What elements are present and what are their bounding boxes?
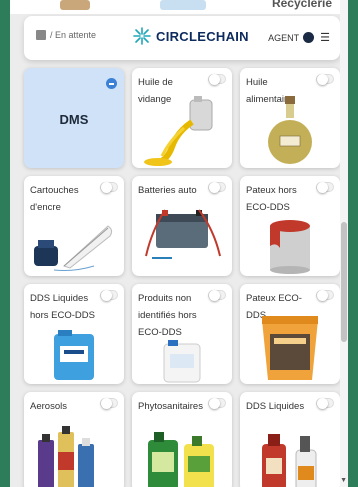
- card-toggle[interactable]: [100, 290, 118, 301]
- ink-quill-icon: [34, 225, 113, 271]
- card-pateux-eco-dds[interactable]: Pateux ECO-DDS: [240, 284, 340, 384]
- card-toggle[interactable]: [316, 182, 334, 193]
- app-header: / En attente CIRCLECHAIN AGENT ☰: [24, 16, 340, 60]
- card-dds-liquides[interactable]: DDS Liquides: [240, 392, 340, 487]
- user-label: AGENT: [268, 32, 300, 43]
- user-avatar-icon: [303, 32, 315, 43]
- card-batteries-auto[interactable]: Batteries auto: [132, 176, 232, 276]
- card-label: Phytosanitaires: [138, 401, 203, 412]
- logo-text: CIRCLECHAIN: [156, 28, 249, 44]
- card-label: DMS: [59, 112, 89, 127]
- card-pateux-hors-eco-dds[interactable]: Pateux hors ECO-DDS: [240, 176, 340, 276]
- scrollbar-thumb[interactable]: [341, 222, 347, 342]
- card-toggle[interactable]: [316, 290, 334, 301]
- sealant-bucket-icon: [262, 316, 318, 380]
- logo[interactable]: CIRCLECHAIN: [132, 26, 249, 46]
- building-icon: [36, 30, 46, 40]
- top-peek-row: Recyclerie: [10, 0, 348, 14]
- paint-can-icon: [270, 220, 310, 274]
- peek-label: Recyclerie: [271, 0, 332, 10]
- card-produits-non-identifies[interactable]: Produits non identifiés hors ECO-DDS: [132, 284, 232, 384]
- card-toggle[interactable]: [100, 182, 118, 193]
- card-aerosols[interactable]: Aerosols: [24, 392, 124, 487]
- card-label: Produits non identifiés hors ECO-DDS: [138, 293, 197, 338]
- oil-pour-icon: [144, 96, 213, 166]
- card-label: Cartouches d'encre: [30, 185, 79, 213]
- card-phytosanitaires[interactable]: Phytosanitaires: [132, 392, 232, 487]
- card-dds-liquides-hors-eco-dds[interactable]: DDS Liquides hors ECO-DDS: [24, 284, 124, 384]
- card-label: DDS Liquides: [246, 401, 305, 412]
- user-menu[interactable]: AGENT ☰: [268, 31, 330, 44]
- breadcrumb[interactable]: / En attente: [36, 30, 96, 40]
- card-toggle[interactable]: [100, 398, 118, 409]
- card-label: Aerosols: [30, 401, 67, 412]
- peek-image-center: [160, 0, 206, 10]
- card-toggle[interactable]: [316, 398, 334, 409]
- spray-cans-icon: [38, 426, 94, 487]
- card-label: Batteries auto: [138, 185, 197, 196]
- minus-circle-icon[interactable]: [106, 78, 117, 89]
- olive-oil-bottle-icon: [268, 96, 312, 164]
- breadcrumb-text: / En attente: [50, 30, 97, 40]
- logo-icon: [133, 27, 151, 45]
- peek-image-left: [60, 0, 90, 10]
- card-toggle[interactable]: [316, 74, 334, 85]
- card-toggle[interactable]: [208, 182, 226, 193]
- card-label: Pateux hors ECO-DDS: [246, 185, 297, 213]
- pesticide-bottles-icon: [148, 432, 214, 487]
- card-dms[interactable]: DMS: [24, 68, 124, 168]
- card-toggle[interactable]: [208, 290, 226, 301]
- vertical-scrollbar[interactable]: ▼: [340, 0, 348, 487]
- liquid-canister-icon: [54, 330, 94, 380]
- scroll-down-arrow-icon[interactable]: ▼: [340, 477, 347, 484]
- menu-collapse-icon[interactable]: ☰: [320, 31, 330, 44]
- unknown-canister-icon: [163, 340, 201, 383]
- card-huile-alimentaire[interactable]: Huile alimentaire: [240, 68, 340, 168]
- card-toggle[interactable]: [208, 74, 226, 85]
- card-huile-de-vidange[interactable]: Huile de vidange: [132, 68, 232, 168]
- card-toggle[interactable]: [208, 398, 226, 409]
- app-frame: Recyclerie / En attente CIRCLECHAIN AGEN…: [10, 0, 348, 487]
- car-battery-icon: [145, 209, 221, 259]
- card-cartouches-encre[interactable]: Cartouches d'encre: [24, 176, 124, 276]
- card-label: DDS Liquides hors ECO-DDS: [30, 293, 95, 321]
- liquid-bottles-icon: [262, 434, 317, 487]
